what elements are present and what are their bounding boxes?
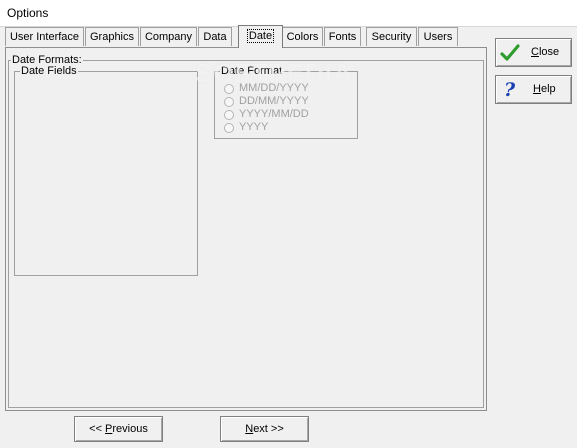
tab-data[interactable]: Data: [198, 27, 232, 46]
tab-security[interactable]: Security: [366, 27, 417, 46]
radio-button[interactable]: [224, 96, 234, 107]
previous-button[interactable]: << Previous: [74, 416, 163, 442]
date-format-group: Date Format MM/DD/YYYY DD/MM/YYYY YYYY/M…: [214, 65, 358, 139]
radio-yyyy-mm-dd[interactable]: YYYY/MM/DD: [224, 108, 309, 121]
window-title: Options: [7, 6, 49, 20]
date-format-label: Date Format: [220, 65, 284, 77]
radio-button[interactable]: [224, 109, 234, 120]
question-mark-icon: ?: [504, 79, 516, 101]
radio-dd-mm-yyyy[interactable]: DD/MM/YYYY: [224, 95, 309, 108]
help-button[interactable]: ? Help: [495, 75, 572, 104]
help-button-label: Help: [533, 83, 556, 95]
title-bar: Options: [0, 0, 577, 27]
date-fields-group: Date Fields: [14, 65, 198, 276]
tab-colors[interactable]: Colors: [282, 27, 323, 46]
radio-button[interactable]: [224, 83, 234, 94]
close-button-label: Close: [531, 46, 560, 58]
tab-date[interactable]: Date: [238, 25, 283, 48]
previous-button-label: << Previous: [89, 423, 148, 435]
close-button[interactable]: Close: [495, 38, 572, 67]
date-fields-label: Date Fields: [20, 65, 78, 77]
radio-mm-dd-yyyy[interactable]: MM/DD/YYYY: [224, 82, 309, 95]
radio-yyyy[interactable]: YYYY: [224, 121, 268, 134]
tab-panel-date: Date Formats: Date Fields Date Format MM…: [5, 47, 487, 411]
tab-company[interactable]: Company: [140, 27, 197, 46]
tab-users[interactable]: Users: [418, 27, 458, 46]
next-button[interactable]: Next >>: [220, 416, 309, 442]
checkmark-icon: [500, 44, 520, 61]
radio-button[interactable]: [224, 122, 234, 133]
tab-fonts[interactable]: Fonts: [324, 27, 361, 46]
date-formats-group: Date Formats: Date Fields Date Format MM…: [8, 54, 484, 408]
next-button-label: Next >>: [245, 423, 284, 435]
tab-user-interface[interactable]: User Interface: [5, 27, 84, 46]
tab-graphics[interactable]: Graphics: [85, 27, 139, 46]
